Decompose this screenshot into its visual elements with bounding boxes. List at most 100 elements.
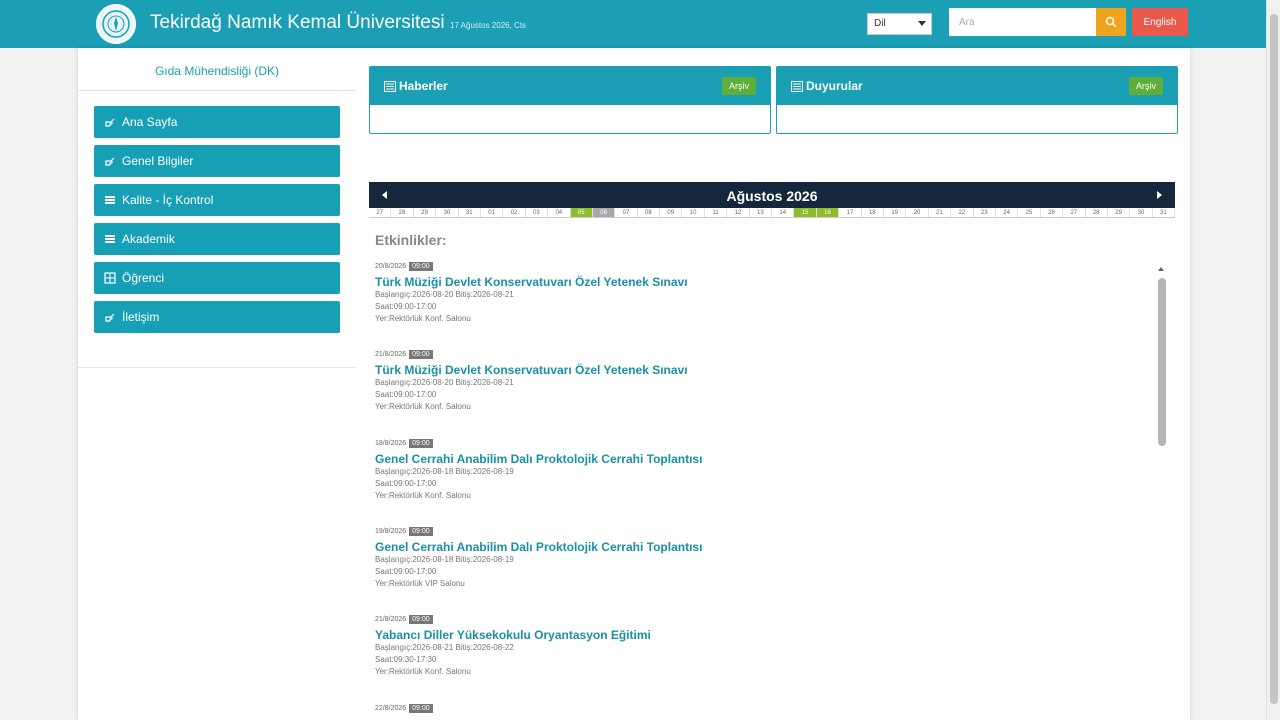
newspaper-icon	[384, 80, 396, 92]
calendar-day[interactable]: 22	[951, 208, 974, 217]
calendar-day[interactable]: 08	[637, 208, 661, 217]
search-input[interactable]	[949, 8, 1096, 36]
news-panel: Haberler Arşiv	[369, 66, 771, 134]
sidebar-item-academic[interactable]: Akademik	[94, 223, 340, 255]
sidebar-item-quality[interactable]: Kalite - İç Kontrol	[94, 184, 340, 216]
calendar-day[interactable]: 14	[772, 208, 795, 217]
calendar-day[interactable]: 13	[749, 208, 773, 217]
university-seal-icon[interactable]	[96, 4, 136, 44]
sidebar-item-label: İletişim	[122, 310, 160, 324]
list-icon	[105, 196, 115, 204]
calendar-day[interactable]: 30	[1130, 208, 1153, 217]
event-time-badge: 09:00	[409, 262, 433, 271]
announcements-panel: Duyurular Arşiv	[776, 66, 1178, 134]
calendar-day[interactable]: 31	[458, 208, 481, 217]
calendar-day[interactable]: 02	[503, 208, 526, 217]
event-date: 21/8/2026 09:00	[375, 350, 1155, 359]
sidebar-item-contact[interactable]: İletişim	[94, 301, 340, 333]
event-date: 20/8/2026 09:00	[375, 262, 1155, 271]
event-title-link[interactable]: Genel Cerrahi Anabilim Dalı Proktolojik …	[375, 540, 1155, 554]
calendar-day[interactable]: 06	[592, 208, 616, 217]
event-date-range: Başlangıç:2026-08-20 Bitiş:2026-08-21	[375, 290, 514, 299]
sidebar-item-home[interactable]: Ana Sayfa	[94, 106, 340, 138]
calendar-day[interactable]: 28	[1085, 208, 1108, 217]
event-title-link[interactable]: Türk Müziği Devlet Konservatuvarı Özel Y…	[375, 363, 1155, 377]
page-scrollbar-thumb[interactable]	[1270, 14, 1278, 704]
page-scrollbar[interactable]	[1266, 0, 1280, 720]
calendar-day[interactable]: 21	[928, 208, 952, 217]
department-title[interactable]: Gıda Mühendisliği (DK)	[78, 64, 356, 78]
news-archive-button[interactable]: Arşiv	[722, 77, 756, 95]
calendar-day[interactable]: 28	[391, 208, 414, 217]
event-item: 18/8/2026 09:00 Genel Cerrahi Anabilim Dal…	[375, 439, 1155, 502]
english-button[interactable]: English	[1132, 8, 1188, 36]
hand-pointer-icon	[105, 157, 115, 166]
current-date: 17 Ağustos 2026, Cts	[450, 21, 527, 30]
sidebar-item-label: Kalite - İç Kontrol	[122, 193, 214, 207]
calendar-day[interactable]: 23	[973, 208, 996, 217]
event-place: Yer:Rektörlük Konf. Salonu	[375, 402, 471, 411]
calendar-day[interactable]: 30	[436, 208, 459, 217]
calendar-day[interactable]: 11	[704, 208, 728, 217]
event-time-badge: 09:00	[409, 527, 433, 536]
search-button[interactable]	[1096, 8, 1126, 36]
calendar-day[interactable]: 12	[727, 208, 750, 217]
calendar-day[interactable]: 15	[794, 208, 817, 217]
calendar-day[interactable]: 03	[525, 208, 549, 217]
event-hours: Saat:09:30-17:30	[375, 655, 437, 664]
language-select-value: Dil	[874, 18, 886, 29]
event-title-link[interactable]: Genel Cerrahi Anabilim Dalı Proktolojik …	[375, 452, 1155, 466]
chevron-down-icon	[918, 21, 926, 26]
calendar-day[interactable]: 16	[816, 208, 840, 217]
event-date-text: 20/8/2026	[375, 263, 407, 270]
calendar-day[interactable]: 04	[548, 208, 571, 217]
calendar-day[interactable]: 01	[480, 208, 504, 217]
sidebar-item-student[interactable]: Öğrenci	[94, 262, 340, 294]
event-date: 21/8/2026 09:00	[375, 615, 1155, 624]
event-date-range: Başlangıç:2026-08-20 Bitiş:2026-08-21	[375, 378, 514, 387]
calendar-day[interactable]: 29	[413, 208, 437, 217]
site-title[interactable]: Tekirdağ Namık Kemal Üniversitesi	[150, 12, 445, 34]
calendar-day[interactable]: 07	[615, 208, 638, 217]
calendar-day[interactable]: 17	[839, 208, 862, 217]
arrow-right-icon[interactable]	[1153, 189, 1165, 201]
sidebar: Gıda Mühendisliği (DK) Ana Sayfa Genel B…	[78, 48, 356, 368]
event-item: 22/8/2026 09:00	[375, 704, 1155, 717]
event-date: 22/8/2026 09:00	[375, 704, 1155, 713]
calendar-day[interactable]: 10	[682, 208, 705, 217]
announcements-panel-header: Duyurular Arşiv	[777, 67, 1177, 105]
calendar-day[interactable]: 27	[1063, 208, 1086, 217]
event-date: 18/8/2026 09:00	[375, 439, 1155, 448]
event-title-link[interactable]: Türk Müziği Devlet Konservatuvarı Özel Y…	[375, 275, 1155, 289]
events-scrollbar[interactable]	[1158, 278, 1166, 446]
event-item: 21/8/2026 09:00 Yabancı Diller Yüksekokulu…	[375, 615, 1155, 678]
events-list: 20/8/2026 09:00 Türk Müziği Devlet Konserv…	[375, 262, 1155, 720]
page-container: Gıda Mühendisliği (DK) Ana Sayfa Genel B…	[78, 48, 1190, 720]
calendar-day[interactable]: 18	[861, 208, 884, 217]
calendar-day[interactable]: 25	[1018, 208, 1041, 217]
hand-pointer-icon	[105, 118, 115, 127]
calendar-day[interactable]: 26	[1040, 208, 1064, 217]
event-hours: Saat:09:00-17:00	[375, 479, 437, 488]
event-date-text: 19/8/2026	[375, 528, 407, 535]
calendar-day[interactable]: 27	[369, 208, 392, 217]
announcements-panel-title: Duyurular	[806, 79, 863, 93]
scroll-up-icon[interactable]	[1157, 266, 1165, 272]
event-place: Yer:Rektörlük Konf. Salonu	[375, 314, 471, 323]
calendar-month-title: Ağustos 2026	[726, 188, 818, 204]
event-hours: Saat:09:00-17:00	[375, 567, 437, 576]
event-title-link[interactable]: Yabancı Diller Yüksekokulu Oryantasyon E…	[375, 628, 1155, 642]
calendar-day[interactable]: 19	[883, 208, 907, 217]
announcements-archive-button[interactable]: Arşiv	[1129, 77, 1163, 95]
calendar-day[interactable]: 24	[995, 208, 1019, 217]
calendar-day[interactable]: 20	[906, 208, 929, 217]
calendar-day[interactable]: 29	[1107, 208, 1131, 217]
grid-icon	[104, 272, 116, 284]
calendar-day[interactable]: 09	[660, 208, 683, 217]
language-select[interactable]: Dil	[867, 13, 932, 35]
sidebar-item-general-info[interactable]: Genel Bilgiler	[94, 145, 340, 177]
calendar-day[interactable]: 31	[1152, 208, 1176, 217]
event-item: 19/8/2026 09:00 Genel Cerrahi Anabilim Dal…	[375, 527, 1155, 590]
calendar-day[interactable]: 05	[570, 208, 593, 217]
events-heading: Etkinlikler:	[375, 232, 447, 248]
